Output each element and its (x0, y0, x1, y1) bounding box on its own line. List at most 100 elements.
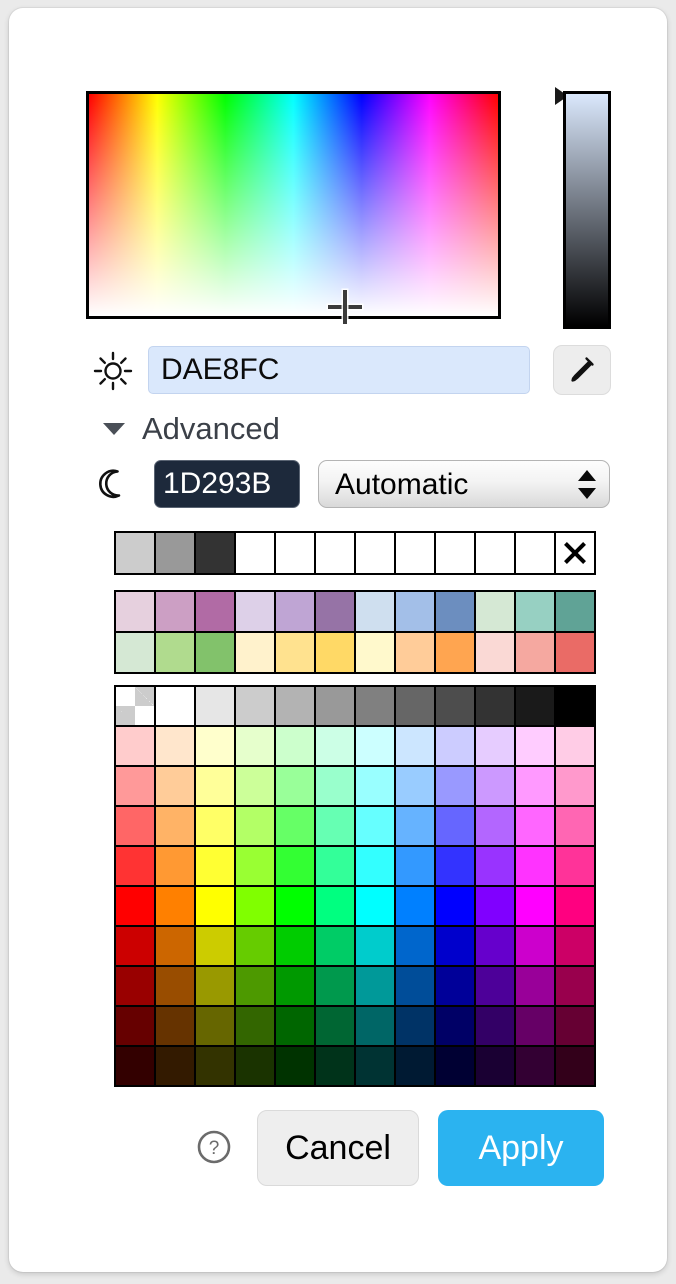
eyedropper-button[interactable] (553, 345, 611, 395)
palette-swatch[interactable] (236, 592, 274, 631)
grid-swatch[interactable] (196, 1007, 234, 1045)
grid-swatch[interactable] (436, 1007, 474, 1045)
grid-swatch[interactable] (356, 767, 394, 805)
palette-swatch[interactable] (316, 633, 354, 672)
recent-swatch[interactable] (236, 533, 274, 573)
grid-swatch[interactable] (276, 847, 314, 885)
palette-swatch[interactable] (276, 633, 314, 672)
grid-swatch[interactable] (436, 847, 474, 885)
dark-theme-select[interactable]: Automatic (318, 460, 610, 508)
grid-swatch[interactable] (436, 727, 474, 765)
grid-swatch[interactable] (236, 1047, 274, 1085)
grid-swatch[interactable] (556, 967, 594, 1005)
grid-swatch[interactable] (116, 967, 154, 1005)
grid-swatch[interactable] (236, 847, 274, 885)
grid-swatch[interactable] (156, 1007, 194, 1045)
grid-swatch[interactable] (556, 807, 594, 845)
grid-swatch[interactable] (396, 927, 434, 965)
grid-swatch[interactable] (476, 1047, 514, 1085)
grid-swatch[interactable] (396, 967, 434, 1005)
grid-swatch-none[interactable] (116, 687, 154, 725)
grid-swatch[interactable] (356, 727, 394, 765)
help-button[interactable]: ? (192, 1126, 236, 1170)
grid-swatch[interactable] (436, 767, 474, 805)
grid-swatch[interactable] (356, 927, 394, 965)
grid-swatch[interactable] (516, 887, 554, 925)
palette-swatch[interactable] (116, 633, 154, 672)
palette-swatch[interactable] (516, 592, 554, 631)
recent-swatch[interactable] (316, 533, 354, 573)
grid-swatch[interactable] (156, 687, 194, 725)
palette-swatch[interactable] (436, 592, 474, 631)
grid-swatch[interactable] (196, 767, 234, 805)
palette-swatch[interactable] (156, 592, 194, 631)
grid-swatch[interactable] (316, 887, 354, 925)
grid-swatch[interactable] (116, 727, 154, 765)
grid-swatch[interactable] (556, 687, 594, 725)
grid-swatch[interactable] (196, 687, 234, 725)
palette-swatch[interactable] (316, 592, 354, 631)
grid-swatch[interactable] (396, 1047, 434, 1085)
grid-swatch[interactable] (356, 687, 394, 725)
grid-swatch[interactable] (396, 887, 434, 925)
grid-swatch[interactable] (396, 767, 434, 805)
grid-swatch[interactable] (316, 767, 354, 805)
recent-swatch-clear[interactable] (556, 533, 594, 573)
palette-swatch[interactable] (356, 633, 394, 672)
grid-swatch[interactable] (156, 767, 194, 805)
grid-swatch[interactable] (436, 1047, 474, 1085)
recent-swatch[interactable] (476, 533, 514, 573)
grid-swatch[interactable] (556, 727, 594, 765)
recent-swatch[interactable] (436, 533, 474, 573)
grid-swatch[interactable] (516, 727, 554, 765)
palette-swatch[interactable] (236, 633, 274, 672)
grid-swatch[interactable] (276, 1047, 314, 1085)
grid-swatch[interactable] (516, 927, 554, 965)
grid-swatch[interactable] (196, 927, 234, 965)
grid-swatch[interactable] (396, 807, 434, 845)
grid-swatch[interactable] (316, 727, 354, 765)
grid-swatch[interactable] (356, 887, 394, 925)
grid-swatch[interactable] (396, 727, 434, 765)
grid-swatch[interactable] (396, 687, 434, 725)
grid-swatch[interactable] (316, 807, 354, 845)
grid-swatch[interactable] (236, 767, 274, 805)
grid-swatch[interactable] (236, 727, 274, 765)
grid-swatch[interactable] (556, 1047, 594, 1085)
palette-swatch[interactable] (556, 592, 594, 631)
grid-swatch[interactable] (476, 687, 514, 725)
palette-swatch[interactable] (556, 633, 594, 672)
grid-swatch[interactable] (396, 847, 434, 885)
grid-swatch[interactable] (196, 887, 234, 925)
grid-swatch[interactable] (156, 727, 194, 765)
grid-swatch[interactable] (396, 1007, 434, 1045)
palette-swatch[interactable] (116, 592, 154, 631)
grid-swatch[interactable] (116, 887, 154, 925)
grid-swatch[interactable] (116, 1047, 154, 1085)
grid-swatch[interactable] (236, 807, 274, 845)
grid-swatch[interactable] (236, 1007, 274, 1045)
grid-swatch[interactable] (316, 1047, 354, 1085)
recent-swatch[interactable] (156, 533, 194, 573)
grid-swatch[interactable] (276, 767, 314, 805)
grid-swatch[interactable] (196, 1047, 234, 1085)
grid-swatch[interactable] (556, 767, 594, 805)
grid-swatch[interactable] (276, 687, 314, 725)
palette-swatch[interactable] (476, 592, 514, 631)
grid-swatch[interactable] (476, 847, 514, 885)
grid-swatch[interactable] (316, 847, 354, 885)
recent-swatch[interactable] (516, 533, 554, 573)
grid-swatch[interactable] (476, 1007, 514, 1045)
grid-swatch[interactable] (476, 767, 514, 805)
brightness-slider[interactable] (563, 91, 611, 329)
grid-swatch[interactable] (516, 767, 554, 805)
grid-swatch[interactable] (156, 927, 194, 965)
recent-swatch[interactable] (276, 533, 314, 573)
grid-swatch[interactable] (116, 807, 154, 845)
grid-swatch[interactable] (356, 807, 394, 845)
grid-swatch[interactable] (196, 967, 234, 1005)
grid-swatch[interactable] (476, 807, 514, 845)
palette-swatch[interactable] (196, 592, 234, 631)
grid-swatch[interactable] (196, 727, 234, 765)
grid-swatch[interactable] (156, 967, 194, 1005)
